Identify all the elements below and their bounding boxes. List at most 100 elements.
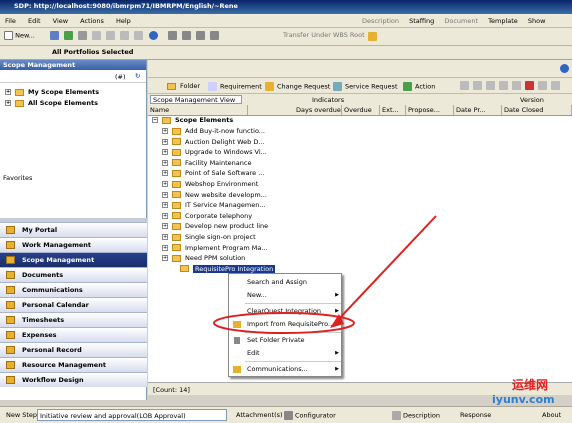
menu-set-folder-private[interactable]: Set Folder Private xyxy=(229,334,343,347)
tree-item[interactable]: + Add Buy-it-now functio... xyxy=(162,127,265,138)
expand-all-icon[interactable] xyxy=(538,81,547,90)
nav-resource-management[interactable]: Resource Management xyxy=(0,357,147,372)
column-propose[interactable]: Propose... xyxy=(406,105,454,115)
create-folder-button[interactable]: Folder xyxy=(166,82,200,90)
view-select[interactable]: Scope Management View xyxy=(150,95,242,104)
nav-timesheets[interactable]: Timesheets xyxy=(0,312,147,327)
gear-icon[interactable] xyxy=(167,31,177,40)
tree-item[interactable]: + Need PPM solution xyxy=(162,254,245,265)
menu-help[interactable]: Help xyxy=(111,14,136,25)
nav-personal-record[interactable]: Personal Record xyxy=(0,342,147,357)
column-ext[interactable]: Ext... xyxy=(380,105,406,115)
tree-item[interactable]: + Webshop Environment xyxy=(162,180,258,191)
count-toggle[interactable]: (#) xyxy=(115,73,126,81)
tree-item[interactable]: + Implement Program Ma... xyxy=(162,244,268,255)
expand-icon[interactable]: + xyxy=(162,149,168,156)
delete-icon[interactable] xyxy=(525,81,534,90)
refresh-icon[interactable] xyxy=(64,31,74,40)
filter-icon[interactable] xyxy=(486,81,495,90)
tree-item[interactable]: + Develop new product line xyxy=(162,222,268,233)
tree-item[interactable]: + Auction Delight Web D... xyxy=(162,138,265,149)
tree-item[interactable]: + Corporate telephony xyxy=(162,212,252,223)
expand-icon[interactable]: + xyxy=(162,138,168,145)
response-button[interactable]: Response xyxy=(460,411,491,419)
expand-icon[interactable]: + xyxy=(162,170,168,177)
gear-icon-3[interactable] xyxy=(195,31,205,40)
print-icon[interactable] xyxy=(78,31,88,40)
refresh-icon[interactable] xyxy=(560,64,569,73)
expand-icon[interactable]: + xyxy=(162,234,168,240)
expand-icon[interactable]: + xyxy=(162,128,168,134)
menu-file[interactable]: File xyxy=(0,14,21,25)
nav-expenses[interactable]: Expenses xyxy=(0,327,147,342)
tree-item[interactable]: + Single sign-on project xyxy=(162,233,256,244)
expand-icon[interactable]: + xyxy=(162,202,168,209)
about-button[interactable]: About xyxy=(542,411,561,419)
filter-icon[interactable] xyxy=(368,32,377,41)
create-requirement-button[interactable]: Requirement xyxy=(208,82,262,91)
nav-workflow-design[interactable]: Workflow Design xyxy=(0,372,147,387)
description-tab[interactable]: Description xyxy=(358,17,403,25)
link-icon[interactable] xyxy=(473,81,482,90)
expand-icon[interactable]: + xyxy=(162,181,168,187)
column-overdue[interactable]: Overdue xyxy=(342,105,380,115)
menu-search-and-assign[interactable]: Search and Assign xyxy=(229,276,343,289)
expand-icon[interactable]: + xyxy=(162,244,168,251)
tree-item-all-scope[interactable]: + All Scope Elements xyxy=(5,99,98,107)
expand-icon[interactable]: + xyxy=(5,100,11,106)
create-change-request-button[interactable]: Change Request xyxy=(265,82,330,91)
nav-communications[interactable]: Communications xyxy=(0,282,147,297)
expand-icon[interactable]: + xyxy=(162,159,168,166)
menu-view[interactable]: View xyxy=(48,14,73,25)
column-date-pr[interactable]: Date Pr... xyxy=(454,105,502,115)
menu-clearquest[interactable]: ClearQuest Integration ▶ xyxy=(229,305,343,318)
gear-icon-4[interactable] xyxy=(209,31,219,40)
menu-edit[interactable]: Edit ▶ xyxy=(229,347,343,360)
zoom-icon[interactable] xyxy=(460,81,469,90)
menu-new[interactable]: New... ▶ xyxy=(229,289,343,302)
staffing-tab[interactable]: Staffing xyxy=(405,17,438,25)
description-button[interactable]: Description xyxy=(392,411,440,420)
nav-documents[interactable]: Documents xyxy=(0,267,147,282)
tree-item[interactable]: + New website developm... xyxy=(162,191,267,202)
copy-icon[interactable] xyxy=(120,31,130,40)
help-icon[interactable] xyxy=(148,31,158,40)
nav-scope-management[interactable]: Scope Management xyxy=(0,252,147,267)
sidebar-refresh-icon[interactable]: ↻ xyxy=(135,72,140,80)
expand-icon[interactable]: + xyxy=(5,89,11,95)
document-tab[interactable]: Document xyxy=(440,17,482,25)
template-tab[interactable]: Template xyxy=(484,17,522,25)
tree-item-my-scope[interactable]: + My Scope Elements xyxy=(5,88,99,96)
undo-icon[interactable] xyxy=(92,31,102,40)
new-button[interactable]: New... xyxy=(4,31,35,43)
expand-icon[interactable]: + xyxy=(162,212,168,219)
column-name[interactable]: Name xyxy=(148,105,248,115)
nav-my-portal[interactable]: My Portal xyxy=(0,222,147,237)
create-service-request-button[interactable]: Service Request xyxy=(333,82,398,91)
configurator-button[interactable]: Configurator xyxy=(284,411,336,420)
tree-item[interactable]: + Upgrade to Windows Vi... xyxy=(162,148,267,159)
copy-icon[interactable] xyxy=(512,81,521,90)
column-date-closed[interactable]: Date Closed xyxy=(502,105,572,115)
collapse-all-icon[interactable] xyxy=(551,81,560,90)
cut-icon[interactable] xyxy=(106,31,116,40)
tree-item[interactable]: + IT Service Managemen... xyxy=(162,201,266,212)
expand-icon[interactable]: + xyxy=(162,191,168,198)
nav-personal-calendar[interactable]: Personal Calendar xyxy=(0,297,147,312)
attachments-button[interactable]: Attachment(s) xyxy=(236,411,283,419)
tree-item[interactable]: + Point of Sale Software ... xyxy=(162,169,264,180)
show-menu[interactable]: Show xyxy=(524,17,550,25)
save-icon[interactable] xyxy=(50,31,59,40)
tree-root[interactable]: − Scope Elements xyxy=(152,116,233,124)
expand-icon[interactable]: + xyxy=(162,255,168,262)
collapse-icon[interactable]: − xyxy=(152,117,158,123)
create-action-button[interactable]: Action xyxy=(403,82,435,91)
move-icon[interactable] xyxy=(499,81,508,90)
column-days-overdue[interactable]: Days overdue xyxy=(294,105,342,115)
paste-icon[interactable] xyxy=(134,31,144,40)
expand-icon[interactable]: + xyxy=(162,223,168,230)
portfolio-selection[interactable]: All Portfolios Selected xyxy=(52,48,133,56)
menu-communications[interactable]: Communications... ▶ xyxy=(229,363,343,376)
menu-import-requisitepro[interactable]: Import from RequisitePro... xyxy=(229,318,343,331)
menu-actions[interactable]: Actions xyxy=(75,14,109,25)
